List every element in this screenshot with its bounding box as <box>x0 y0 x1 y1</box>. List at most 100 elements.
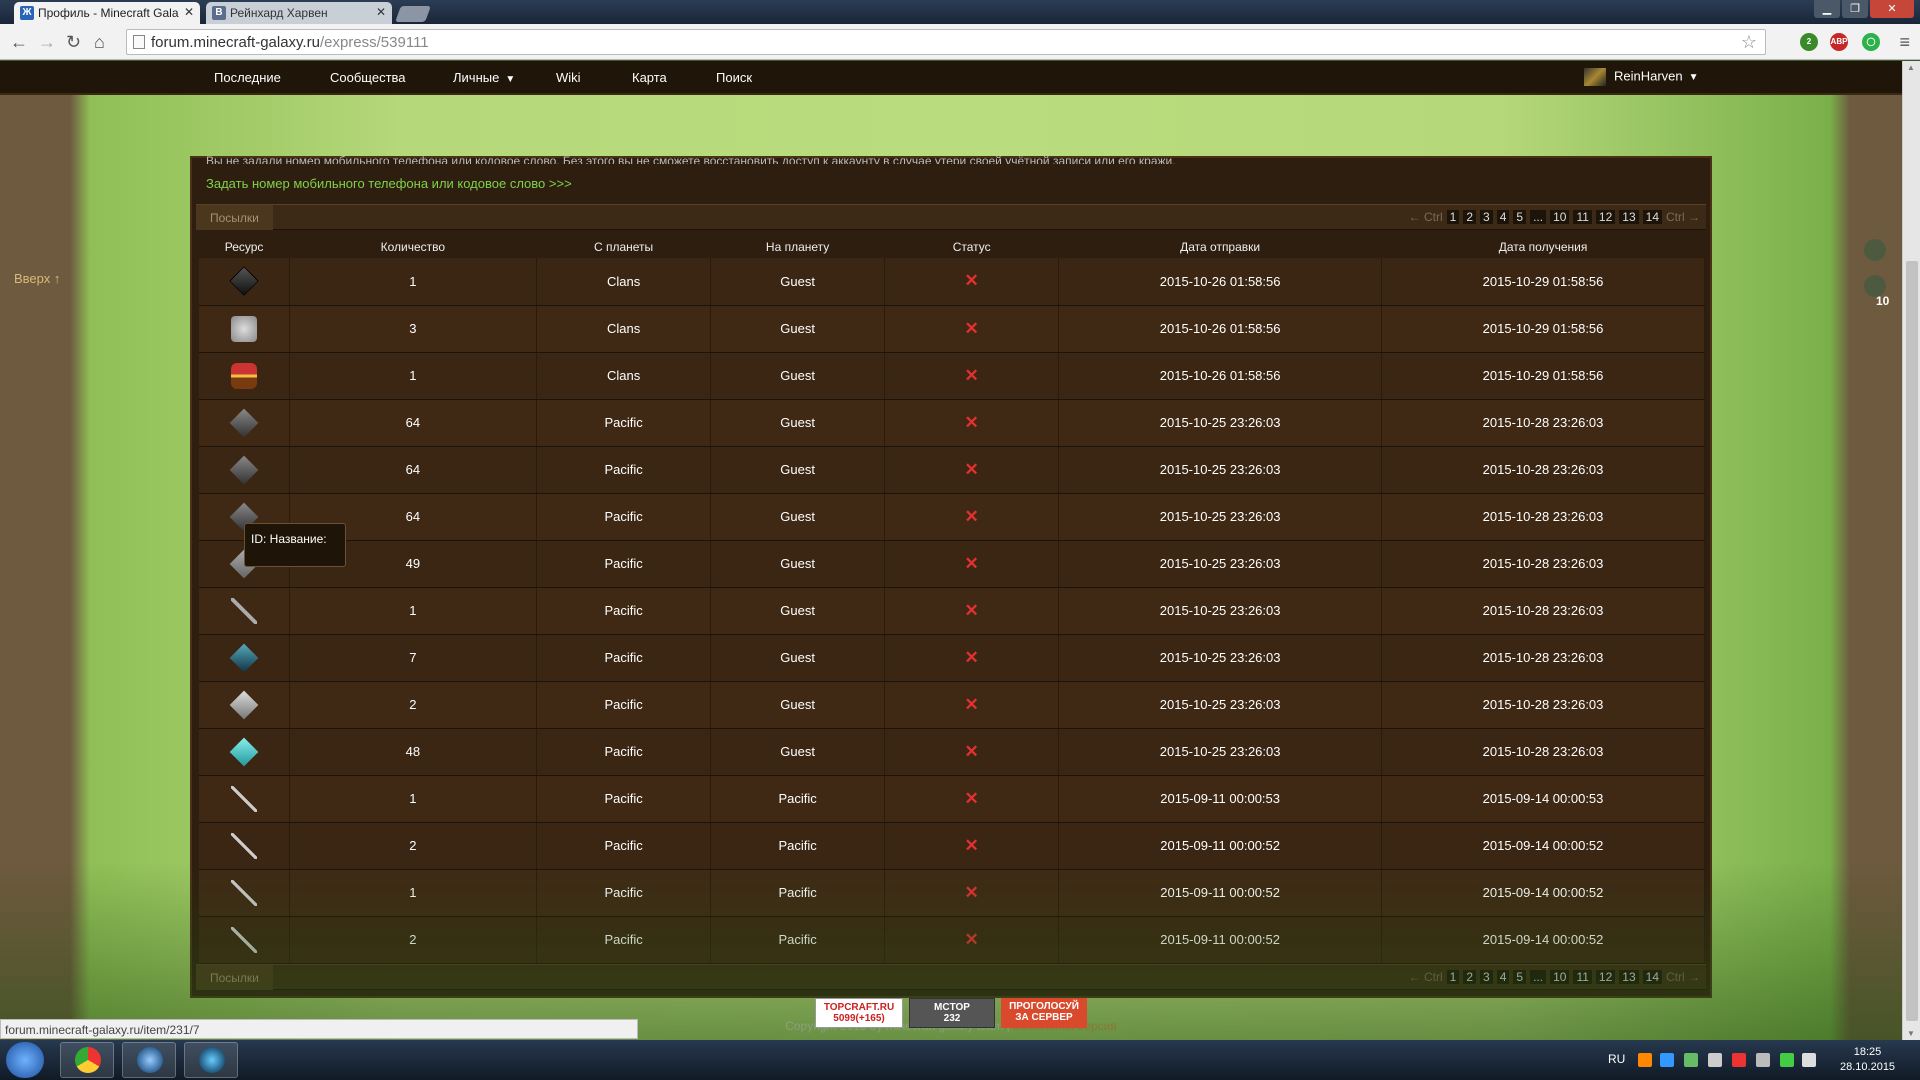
status-x-icon: ✕ <box>964 647 979 667</box>
back-icon[interactable]: ← <box>10 32 28 53</box>
tool-icon[interactable] <box>230 597 257 624</box>
pager-page[interactable]: 13 <box>1619 970 1639 984</box>
menu-icon[interactable]: ≡ <box>1899 32 1910 53</box>
bookmark-star-icon[interactable]: ☆ <box>1741 32 1757 53</box>
warning-icon[interactable] <box>1732 1053 1746 1067</box>
pager-prev[interactable]: ← Ctrl <box>1409 970 1443 984</box>
stone-block-icon[interactable] <box>229 408 259 437</box>
quantity-cell: 7 <box>289 634 538 682</box>
nav-map[interactable]: Карта <box>632 70 667 85</box>
status-x-icon: ✕ <box>964 459 979 479</box>
from-planet-cell: Clans <box>536 305 712 353</box>
pager-page[interactable]: 3 <box>1480 210 1493 224</box>
status-x-icon: ✕ <box>964 506 979 526</box>
pager-page[interactable]: 10 <box>1550 210 1570 224</box>
nav-personal[interactable]: Личные ▼ <box>453 70 515 85</box>
table-row: 1 Clans Guest ✕ 2015-10-26 01:58:56 2015-10-2… <box>199 258 1705 306</box>
item-tooltip: ID: Название: <box>244 523 346 567</box>
volume-icon[interactable] <box>1756 1053 1770 1067</box>
vote-badge[interactable]: ПРОГОЛОСУЙ ЗА СЕРВЕР <box>1001 998 1087 1028</box>
topcraft-badge[interactable]: TOPCRAFT.RU 5099(+165) <box>815 998 903 1028</box>
forward-icon[interactable]: → <box>38 32 56 53</box>
start-button[interactable] <box>6 1042 44 1078</box>
language-indicator[interactable]: RU <box>1608 1052 1625 1066</box>
home-icon[interactable]: ⌂ <box>94 32 105 53</box>
pager-page[interactable]: 4 <box>1496 210 1510 224</box>
pager-page[interactable]: 14 <box>1642 970 1662 984</box>
pager-prev[interactable]: ← Ctrl <box>1409 210 1443 224</box>
to-planet-cell-text: Guest <box>780 368 815 383</box>
address-bar[interactable]: forum.minecraft-galaxy.ru/express/539111… <box>126 29 1766 55</box>
pager-page[interactable]: 2 <box>1463 210 1477 224</box>
machine-block-icon[interactable] <box>229 690 259 719</box>
pager-page[interactable]: 11 <box>1573 210 1592 224</box>
minimize-button[interactable]: ▁ <box>1814 0 1840 18</box>
help-icon[interactable] <box>1864 239 1886 261</box>
mctop-badge[interactable]: MCTOP 232 <box>909 998 995 1028</box>
tray-icon[interactable] <box>1660 1053 1674 1067</box>
adblock-icon[interactable]: ABP <box>1830 33 1848 51</box>
nav-wiki[interactable]: Wiki <box>556 70 581 85</box>
taskbar-app-3[interactable] <box>184 1042 238 1078</box>
pager-next[interactable]: Ctrl → <box>1666 210 1700 224</box>
blue-block-icon[interactable] <box>229 643 259 672</box>
scroll-up-link[interactable]: Вверх ↑ <box>14 271 60 286</box>
status-cell: ✕ <box>884 305 1060 353</box>
scroll-down-arrow-icon[interactable]: ▼ <box>1907 1029 1915 1038</box>
extension-circle-icon[interactable]: ◯ <box>1862 33 1880 51</box>
from-planet-cell-text: Clans <box>606 273 641 289</box>
tray-icon[interactable] <box>1780 1053 1794 1067</box>
chest-icon[interactable] <box>230 362 257 389</box>
pager-page[interactable]: 14 <box>1642 210 1662 224</box>
stone-block-icon[interactable] <box>229 455 259 484</box>
close-window-button[interactable]: ✕ <box>1870 0 1914 18</box>
robot-item-icon[interactable] <box>230 315 257 342</box>
pager-page[interactable]: 5 <box>1513 970 1527 984</box>
sent-date-cell-text: 2015-10-25 23:26:03 <box>1159 744 1281 759</box>
pager-next[interactable]: Ctrl → <box>1666 970 1700 984</box>
pager-page[interactable]: 5 <box>1513 210 1527 224</box>
page-scrollbar[interactable]: ▲ ▼ <box>1902 61 1920 1040</box>
pager-page[interactable]: 1 <box>1446 210 1460 224</box>
tray-icon[interactable] <box>1684 1053 1698 1067</box>
pager-page[interactable]: 11 <box>1573 970 1592 984</box>
diamond-block-icon[interactable] <box>229 737 259 766</box>
new-tab-button[interactable] <box>395 6 431 22</box>
rod-icon[interactable] <box>230 785 257 812</box>
taskbar-app-2[interactable] <box>122 1042 176 1078</box>
tray-icon[interactable] <box>1708 1053 1722 1067</box>
tray-icon[interactable] <box>1638 1053 1652 1067</box>
table-row: 1 Pacific Pacific ✕ 2015-09-11 00:00:52 2015-… <box>199 869 1705 917</box>
from-planet-cell-text: Pacific <box>604 885 643 900</box>
nav-search[interactable]: Поиск <box>716 70 752 85</box>
extension-green-icon[interactable]: 2 <box>1800 33 1818 51</box>
reload-icon[interactable]: ↻ <box>66 32 81 53</box>
rod-icon[interactable] <box>230 879 257 906</box>
tab-reinhard[interactable]: B Рейнхард Харвен ✕ <box>206 2 392 24</box>
network-icon[interactable] <box>1802 1053 1816 1067</box>
tab-close-icon[interactable]: ✕ <box>184 5 194 19</box>
pager-page[interactable]: 12 <box>1595 210 1616 224</box>
clock[interactable]: 18:25 28.10.2015 <box>1840 1045 1895 1075</box>
pager-page[interactable]: 1 <box>1446 970 1460 984</box>
sent-date-cell-text: 2015-10-25 23:26:03 <box>1159 650 1281 665</box>
pager-page[interactable]: 10 <box>1550 970 1570 984</box>
rod-icon[interactable] <box>230 926 257 953</box>
pager-page[interactable]: 12 <box>1595 970 1616 984</box>
maximize-button[interactable]: ❐ <box>1842 0 1868 18</box>
dark-block-icon[interactable] <box>229 266 259 296</box>
pager-page[interactable]: 4 <box>1496 970 1510 984</box>
scrollbar-thumb[interactable] <box>1906 261 1918 1021</box>
pager-page[interactable]: 13 <box>1619 210 1639 224</box>
pager-page[interactable]: 2 <box>1463 970 1477 984</box>
rod-icon[interactable] <box>230 832 257 859</box>
nav-communities[interactable]: Сообщества <box>330 70 406 85</box>
user-menu[interactable]: ReinHarven ▼ <box>1584 68 1699 86</box>
tab-close-icon[interactable]: ✕ <box>376 5 386 19</box>
scroll-up-arrow-icon[interactable]: ▲ <box>1907 63 1915 72</box>
pager-page[interactable]: 3 <box>1480 970 1493 984</box>
nav-recent[interactable]: Последние <box>214 70 281 85</box>
taskbar-chrome[interactable] <box>60 1042 114 1078</box>
set-phone-link[interactable]: Задать номер мобильного телефона или код… <box>206 176 572 191</box>
tab-profile[interactable]: Ж Профиль - Minecraft Gala ✕ <box>14 2 200 24</box>
